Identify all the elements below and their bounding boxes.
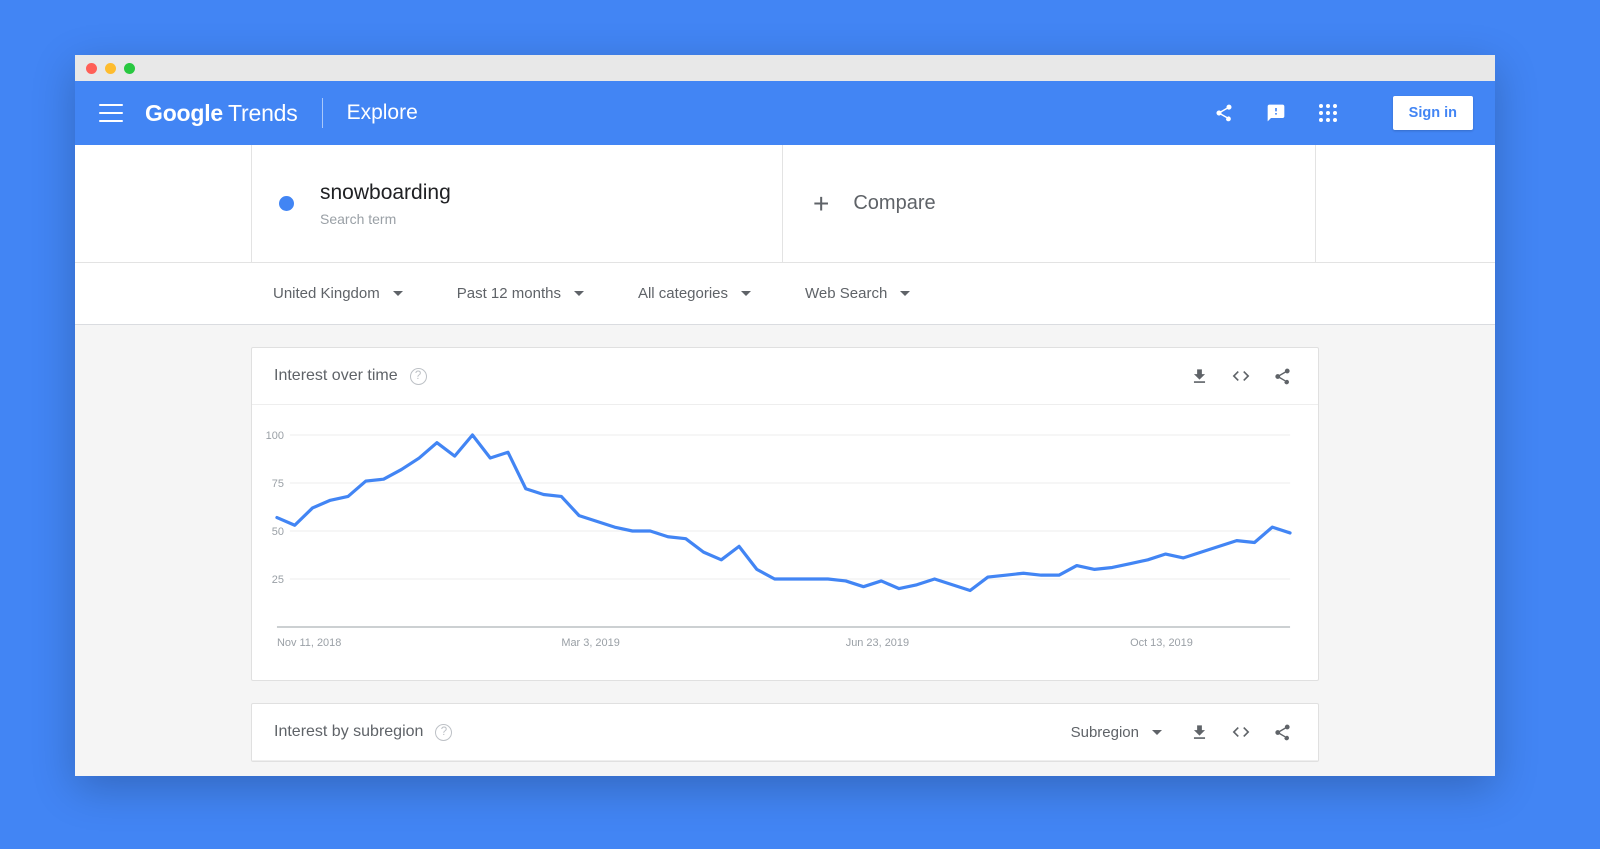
plus-icon: + [813, 187, 830, 219]
filter-search-type[interactable]: Web Search [805, 285, 911, 302]
chart-svg: 25 50 75 100 Nov 11, 2018 Mar 3, 2019 Jun 23,… [266, 430, 1292, 649]
card-title: Interest over time [274, 367, 398, 384]
subregion-dropdown[interactable]: Subregion [1071, 724, 1162, 741]
svg-text:Oct 13, 2019: Oct 13, 2019 [1130, 637, 1193, 649]
feedback-icon[interactable] [1263, 100, 1289, 126]
search-term-card[interactable]: snowboarding Search term [252, 145, 783, 262]
filter-search-type-label: Web Search [805, 285, 888, 302]
chevron-down-icon [741, 291, 752, 296]
apps-grid-icon[interactable] [1315, 100, 1341, 126]
header-divider [321, 98, 323, 128]
interest-over-time-chart[interactable]: 25 50 75 100 Nov 11, 2018 Mar 3, 2019 Jun 23,… [252, 405, 1318, 680]
svg-text:Jun 23, 2019: Jun 23, 2019 [846, 637, 909, 649]
chevron-down-icon [1152, 729, 1162, 735]
compare-label: Compare [853, 192, 936, 214]
header-actions: Sign in [1211, 96, 1473, 130]
brand-trends-text: Trends [228, 99, 298, 126]
search-term-row: snowboarding Search term + Compare [75, 145, 1495, 263]
brand-logo[interactable]: Google Trends [145, 100, 298, 127]
window-minimize-button[interactable] [105, 62, 116, 74]
filter-bar: United Kingdom Past 12 months All catego… [75, 263, 1495, 325]
compare-button[interactable]: + Compare [783, 145, 1316, 262]
svg-text:75: 75 [272, 478, 284, 490]
window-titlebar [75, 55, 1495, 81]
hamburger-menu-icon[interactable] [99, 104, 123, 122]
interest-by-subregion-card: Interest by subregion ? Subregion [251, 703, 1319, 762]
brand-google-text: Google [145, 99, 224, 126]
search-term-label: snowboarding [320, 181, 451, 205]
window-close-button[interactable] [86, 62, 97, 74]
content-area: Interest over time ? 25 50 75 100 Nov 11… [75, 325, 1495, 776]
filter-region[interactable]: United Kingdom [273, 285, 403, 302]
share-icon[interactable] [1273, 723, 1292, 742]
app-header: Google Trends Explore Sign in [75, 81, 1495, 145]
filter-time-range-label: Past 12 months [456, 285, 561, 302]
chart-x-axis-labels: Nov 11, 2018 Mar 3, 2019 Jun 23, 2019 Oct 1… [277, 637, 1193, 649]
filter-category-label: All categories [637, 285, 729, 302]
share-icon[interactable] [1273, 367, 1292, 386]
filter-time-range[interactable]: Past 12 months [457, 285, 584, 302]
card-actions [1190, 366, 1292, 386]
download-icon[interactable] [1190, 367, 1209, 386]
card-title: Interest by subregion [274, 723, 424, 740]
term-left-gutter [75, 145, 252, 262]
interest-over-time-card: Interest over time ? 25 50 75 100 Nov 11… [251, 347, 1319, 681]
chart-y-axis-labels: 25 50 75 100 [266, 430, 284, 586]
chart-gridlines [289, 434, 1291, 580]
svg-text:Mar 3, 2019: Mar 3, 2019 [561, 637, 619, 649]
filter-category[interactable]: All categories [637, 285, 752, 302]
embed-icon[interactable] [1231, 366, 1251, 386]
window-maximize-button[interactable] [124, 62, 135, 74]
chart-series-line [275, 433, 1292, 593]
series-color-dot [279, 196, 294, 211]
search-term-type: Search term [320, 210, 397, 227]
filter-region-label: United Kingdom [273, 285, 380, 302]
interest-by-subregion-header: Interest by subregion ? Subregion [252, 704, 1318, 761]
svg-text:50: 50 [272, 526, 284, 538]
download-icon[interactable] [1190, 723, 1209, 742]
svg-text:Nov 11, 2018: Nov 11, 2018 [277, 637, 341, 649]
subregion-dropdown-label: Subregion [1070, 723, 1139, 741]
svg-text:25: 25 [272, 574, 284, 586]
explore-title: Explore [346, 101, 418, 124]
chevron-down-icon [900, 291, 911, 296]
chevron-down-icon [573, 291, 584, 296]
help-icon[interactable]: ? [435, 723, 453, 741]
browser-window: Google Trends Explore Sign in snowboardi… [75, 55, 1495, 776]
chevron-down-icon [392, 291, 403, 296]
share-icon[interactable] [1211, 100, 1237, 126]
card-actions [1190, 722, 1292, 742]
term-right-gutter [1316, 145, 1495, 262]
help-icon[interactable]: ? [409, 367, 427, 385]
svg-text:100: 100 [266, 430, 284, 442]
sign-in-button[interactable]: Sign in [1392, 96, 1473, 130]
interest-over-time-header: Interest over time ? [252, 348, 1318, 405]
embed-icon[interactable] [1231, 722, 1251, 742]
